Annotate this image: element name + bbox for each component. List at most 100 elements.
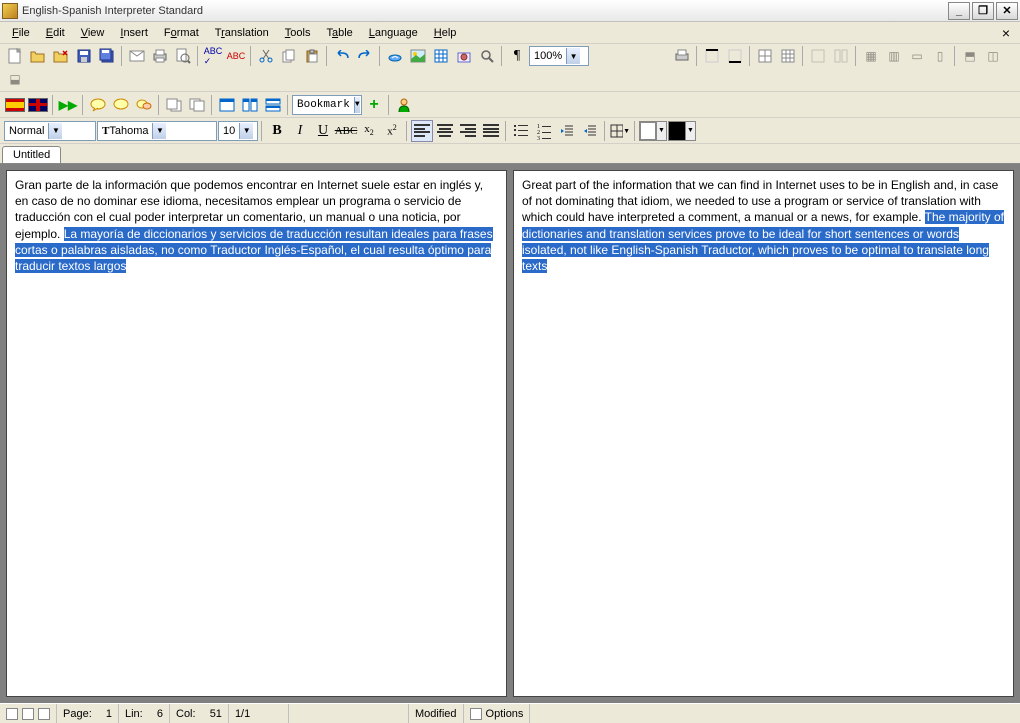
minimize-button[interactable]: _: [948, 2, 970, 20]
size-value: 10: [223, 125, 235, 137]
font-combo[interactable]: T Tahoma▼: [97, 121, 217, 141]
indent-button[interactable]: [579, 120, 601, 142]
spellcheck-as-type-icon[interactable]: ABC: [225, 45, 247, 67]
window-buttons: _ ❐ ✕: [948, 2, 1018, 20]
spellcheck-icon[interactable]: ABC✓: [202, 45, 224, 67]
page-value: 1: [106, 708, 112, 720]
panel-a-icon[interactable]: [163, 94, 185, 116]
align-right-button[interactable]: [457, 120, 479, 142]
bookmark-add-icon[interactable]: +: [363, 94, 385, 116]
layout-single-icon[interactable]: [216, 94, 238, 116]
show-nonprinting-icon[interactable]: ¶: [506, 45, 528, 67]
merge-cells-icon[interactable]: [807, 45, 829, 67]
menu-format[interactable]: Format: [156, 25, 207, 41]
superscript-button[interactable]: x2: [381, 120, 403, 142]
bubble2-icon[interactable]: [110, 94, 132, 116]
bold-button[interactable]: B: [266, 120, 288, 142]
undo-icon[interactable]: [331, 45, 353, 67]
borders-button[interactable]: ▼: [609, 120, 631, 142]
tab-untitled[interactable]: Untitled: [2, 146, 61, 163]
close-button[interactable]: ✕: [996, 2, 1018, 20]
status-pages: 1/1: [229, 704, 289, 723]
print-icon-2[interactable]: [671, 45, 693, 67]
menu-insert[interactable]: Insert: [112, 25, 156, 41]
align-justify-button[interactable]: [480, 120, 502, 142]
bullet-list-button[interactable]: [510, 120, 532, 142]
align-bottom-icon[interactable]: ⬓: [4, 68, 26, 90]
font-size-combo[interactable]: 10▼: [218, 121, 258, 141]
source-pane[interactable]: Gran parte de la información que podemos…: [6, 170, 507, 697]
view-normal-icon[interactable]: [6, 708, 18, 720]
outdent-button[interactable]: [556, 120, 578, 142]
menu-language[interactable]: Language: [361, 25, 426, 41]
text-color-button[interactable]: ▼: [639, 121, 667, 141]
maximize-button[interactable]: ❐: [972, 2, 994, 20]
flag-spanish-icon[interactable]: [4, 94, 26, 116]
delete-col-icon[interactable]: ▯: [929, 45, 951, 67]
insert-col-icon[interactable]: ▥: [883, 45, 905, 67]
status-options[interactable]: Options: [464, 704, 531, 723]
highlight-color-button[interactable]: ▼: [668, 121, 696, 141]
border-bottom-icon[interactable]: [724, 45, 746, 67]
italic-button[interactable]: I: [289, 120, 311, 142]
user-icon[interactable]: [393, 94, 415, 116]
menu-help[interactable]: Help: [426, 25, 465, 41]
menu-tools[interactable]: Tools: [277, 25, 319, 41]
number-list-button[interactable]: 123: [533, 120, 555, 142]
menu-view[interactable]: View: [73, 25, 113, 41]
target-pane[interactable]: Great part of the information that we ca…: [513, 170, 1014, 697]
table-grid-icon[interactable]: [777, 45, 799, 67]
flag-english-icon[interactable]: [27, 94, 49, 116]
layout-split-h-icon[interactable]: [239, 94, 261, 116]
insert-row-icon[interactable]: ▦: [860, 45, 882, 67]
page-label: Page:: [63, 708, 92, 720]
workspace: Gran parte de la información que podemos…: [0, 164, 1020, 703]
close-doc-icon[interactable]: [50, 45, 72, 67]
align-middle-icon[interactable]: ◫: [982, 45, 1004, 67]
zoom-combo[interactable]: 100%▼: [529, 46, 589, 66]
strikethrough-button[interactable]: ABC: [335, 120, 357, 142]
link-icon[interactable]: [384, 45, 406, 67]
status-view-icons[interactable]: [0, 704, 57, 723]
mail-icon[interactable]: [126, 45, 148, 67]
split-cells-icon[interactable]: [830, 45, 852, 67]
underline-button[interactable]: U: [312, 120, 334, 142]
translate-forward-icon[interactable]: ▶▶: [57, 94, 79, 116]
menu-edit[interactable]: Edit: [38, 25, 73, 41]
image-icon[interactable]: [407, 45, 429, 67]
document-close-button[interactable]: ×: [996, 25, 1016, 41]
layout-split-v-icon[interactable]: [262, 94, 284, 116]
table-insert-icon[interactable]: [754, 45, 776, 67]
print-icon[interactable]: [149, 45, 171, 67]
open-icon[interactable]: [27, 45, 49, 67]
panel-b-icon[interactable]: [186, 94, 208, 116]
subscript-button[interactable]: x2: [358, 120, 380, 142]
bookmark-label: Bookmark: [297, 99, 350, 111]
find-icon[interactable]: [476, 45, 498, 67]
bubble3-icon[interactable]: [133, 94, 155, 116]
table-icon[interactable]: [430, 45, 452, 67]
delete-row-icon[interactable]: ▭: [906, 45, 928, 67]
align-center-button[interactable]: [434, 120, 456, 142]
redo-icon[interactable]: [354, 45, 376, 67]
print-preview-icon[interactable]: [172, 45, 194, 67]
status-page: Page: 1: [57, 704, 119, 723]
align-top-icon[interactable]: ⬒: [959, 45, 981, 67]
style-combo[interactable]: Normal▼: [4, 121, 96, 141]
save-all-icon[interactable]: [96, 45, 118, 67]
align-left-button[interactable]: [411, 120, 433, 142]
menu-table[interactable]: Table: [318, 25, 360, 41]
menu-file[interactable]: File: [4, 25, 38, 41]
border-top-icon[interactable]: [701, 45, 723, 67]
new-icon[interactable]: [4, 45, 26, 67]
bubble1-icon[interactable]: [87, 94, 109, 116]
copy-icon[interactable]: [278, 45, 300, 67]
cut-icon[interactable]: [255, 45, 277, 67]
view-layout-icon[interactable]: [22, 708, 34, 720]
save-icon[interactable]: [73, 45, 95, 67]
menu-translation[interactable]: Translation: [207, 25, 277, 41]
paste-icon[interactable]: [301, 45, 323, 67]
view-outline-icon[interactable]: [38, 708, 50, 720]
insert-object-icon[interactable]: [453, 45, 475, 67]
bookmark-combo[interactable]: Bookmark▼: [292, 95, 362, 115]
